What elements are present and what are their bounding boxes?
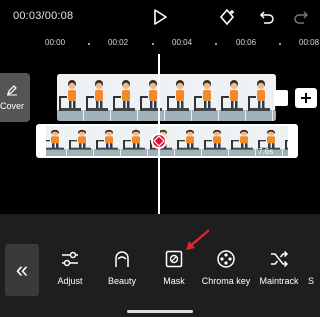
- add-clip-button[interactable]: [295, 88, 317, 108]
- tool-partial[interactable]: S: [305, 248, 320, 292]
- video-thumbnail: [94, 126, 120, 156]
- transition-square[interactable]: [274, 90, 288, 106]
- video-thumbnail: [219, 74, 245, 121]
- partial-icon: [305, 248, 320, 270]
- sliders-icon: [59, 248, 81, 270]
- tool-label: Adjust: [57, 276, 83, 286]
- video-thumbnail: [84, 74, 110, 121]
- edit-icon: [6, 83, 18, 101]
- overlay-video-track[interactable]: [40, 124, 295, 158]
- tool-label: S: [308, 276, 315, 286]
- video-thumbnail: [67, 126, 93, 156]
- tool-label: Beauty: [107, 276, 137, 286]
- right-trim-handle[interactable]: [288, 124, 298, 158]
- video-thumbnail: [246, 74, 272, 121]
- video-thumbnail: [111, 74, 137, 121]
- clip-duration-label: 7.6s: [258, 147, 274, 156]
- ruler-tick: 00:04: [172, 38, 193, 47]
- tool-maintrack[interactable]: Maintrack: [248, 248, 310, 292]
- video-thumbnail: [138, 74, 164, 121]
- back-button[interactable]: «: [5, 244, 39, 296]
- tool-label: Maintrack: [259, 276, 299, 286]
- home-indicator[interactable]: [127, 310, 193, 313]
- keyframe-add-icon[interactable]: [219, 6, 241, 28]
- ruler-dot: [279, 43, 281, 45]
- redo-icon[interactable]: [290, 6, 312, 28]
- main-video-track[interactable]: [57, 74, 276, 121]
- ruler-dot: [88, 43, 90, 45]
- cover-button[interactable]: Cover: [0, 73, 30, 122]
- top-bar: 00:03/00:08: [0, 0, 320, 34]
- time-ruler: 00:00 00:02 00:04 00:06 00:08: [0, 34, 320, 54]
- ruler-tick: 00:02: [108, 38, 129, 47]
- video-thumbnail: [192, 74, 218, 121]
- ruler-dot: [215, 43, 217, 45]
- shuffle-icon: [268, 248, 290, 270]
- chroma-key-icon: [215, 248, 237, 270]
- cover-label: Cover: [0, 101, 25, 111]
- ruler-dot: [152, 43, 154, 45]
- left-trim-handle[interactable]: [36, 124, 46, 158]
- double-chevron-left-icon: «: [15, 257, 29, 282]
- play-icon[interactable]: [149, 6, 171, 28]
- video-thumbnail: [202, 126, 228, 156]
- video-thumbnail: [229, 126, 255, 156]
- video-thumbnail: [121, 126, 147, 156]
- video-thumbnail: [165, 74, 191, 121]
- tool-label: Chroma key: [201, 276, 251, 286]
- ruler-tick: 00:06: [236, 38, 257, 47]
- video-thumbnail: [57, 74, 83, 121]
- playback-time: 00:03/00:08: [13, 10, 74, 22]
- undo-icon[interactable]: [256, 6, 278, 28]
- video-thumbnail: [175, 126, 201, 156]
- plus-icon: [301, 93, 311, 103]
- face-icon: [111, 248, 133, 270]
- ruler-tick: 00:08: [299, 38, 320, 47]
- keyframe-marker[interactable]: [151, 133, 167, 149]
- annotation-arrow-icon: [186, 229, 210, 250]
- tool-label: Mask: [163, 276, 185, 286]
- ruler-tick: 00:00: [45, 38, 66, 47]
